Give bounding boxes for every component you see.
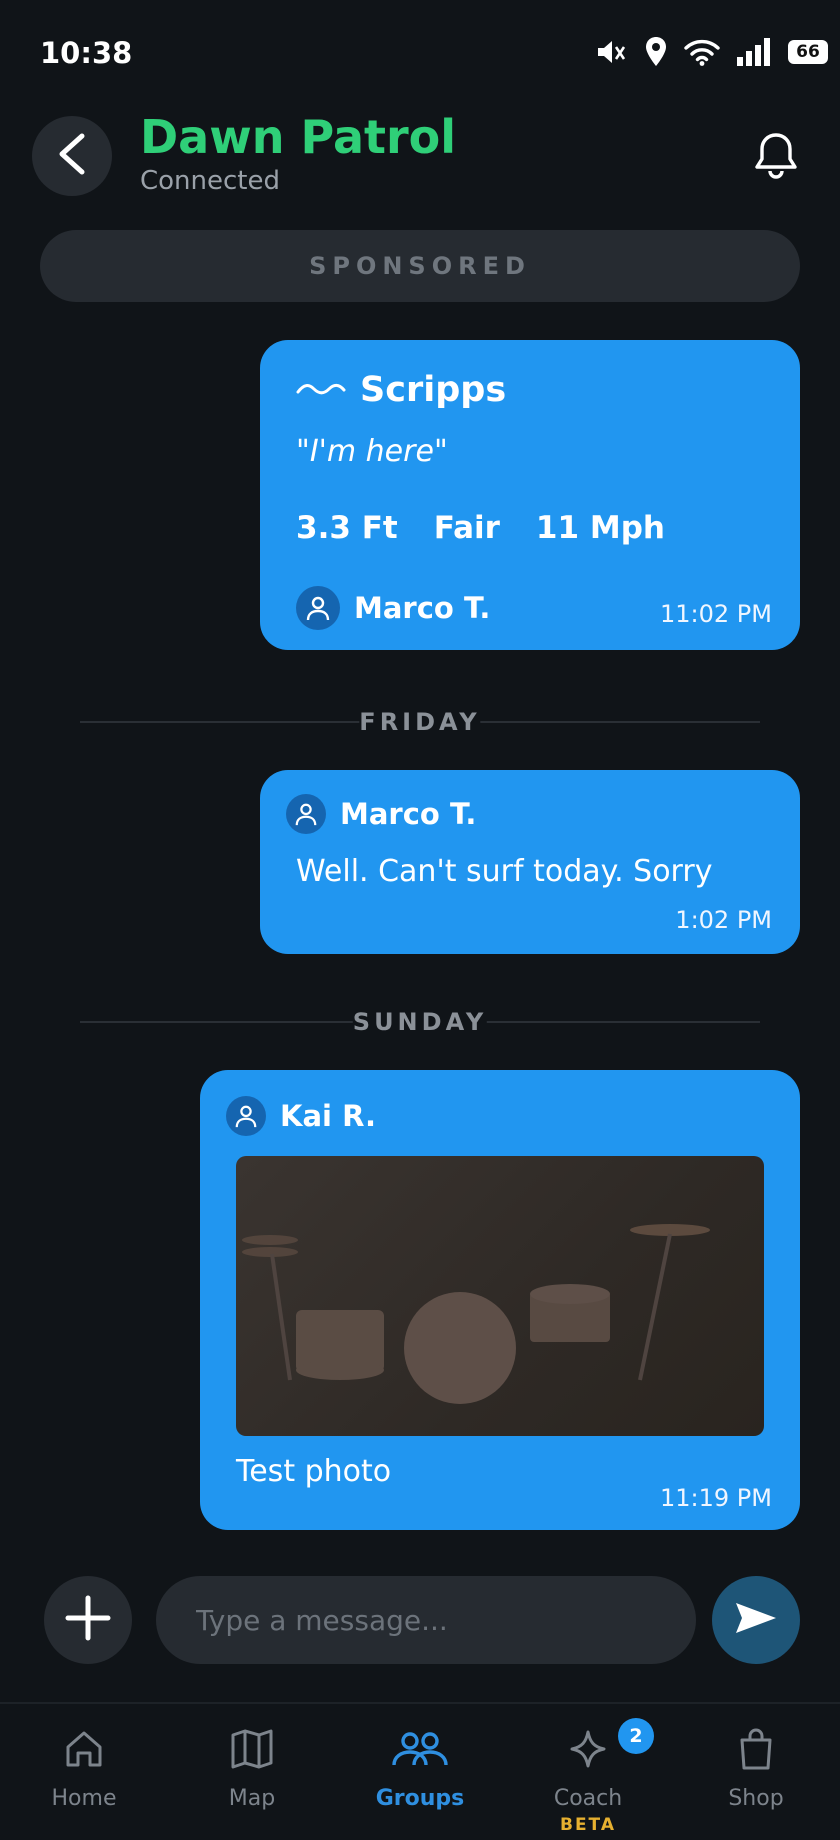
chat-header: Dawn Patrol Connected (0, 104, 840, 204)
battery-indicator: 66 (788, 40, 828, 64)
send-icon (734, 1601, 778, 1639)
nav-label: Map (228, 1786, 276, 1811)
location-icon (644, 36, 668, 68)
sender-name: Kai R. (280, 1099, 376, 1133)
message-time: 11:02 PM (660, 600, 772, 628)
bottom-navigation: Home Map Groups 2 Coach BETA Shop (0, 1702, 840, 1840)
nav-coach[interactable]: 2 Coach BETA (504, 1704, 672, 1840)
message-photo[interactable] (236, 1156, 764, 1436)
message-time: 11:19 PM (660, 1484, 772, 1512)
message-text: Well. Can't surf today. Sorry (296, 854, 713, 889)
message-header: Kai R. (226, 1096, 376, 1136)
status-icons: 66 (596, 34, 828, 70)
message-bubble[interactable]: Marco T. Well. Can't surf today. Sorry 1… (260, 770, 800, 954)
message-time: 1:02 PM (675, 906, 772, 934)
nav-map[interactable]: Map (168, 1704, 336, 1840)
sender-name: Marco T. (354, 591, 491, 625)
surf-stats: 3.3 Ft Fair 11 Mph (296, 510, 665, 546)
send-button[interactable] (712, 1576, 800, 1664)
map-icon (231, 1726, 273, 1772)
message-input[interactable] (156, 1576, 696, 1664)
beta-tag: BETA (559, 1815, 616, 1835)
quote-text: I'm here (309, 434, 434, 469)
status-bar: 10:38 66 (0, 0, 840, 104)
surf-condition: Fair (433, 510, 500, 546)
notifications-button[interactable] (750, 132, 802, 184)
nav-home[interactable]: Home (0, 1704, 168, 1840)
notification-badge: 2 (618, 1718, 654, 1754)
sparkle-icon: 2 (568, 1718, 654, 1772)
wave-height: 3.3 Ft (296, 510, 398, 546)
groups-icon (392, 1726, 448, 1772)
bell-icon (753, 131, 799, 185)
plus-icon (64, 1594, 112, 1646)
wave-icon (296, 378, 346, 402)
nav-shop[interactable]: Shop (672, 1704, 840, 1840)
surf-report-card[interactable]: Scripps "I'm here" 3.3 Ft Fair 11 Mph Ma… (260, 340, 800, 650)
avatar (296, 586, 340, 630)
date-label: SUNDAY (352, 1002, 488, 1042)
wind-speed: 11 Mph (535, 510, 665, 546)
nav-label: Coach (553, 1786, 623, 1811)
date-label: FRIDAY (359, 702, 481, 742)
user-icon (306, 596, 330, 621)
surf-card-header: Scripps (296, 370, 506, 410)
avatar (286, 794, 326, 834)
date-separator: FRIDAY (80, 702, 760, 742)
drum-kit-image (242, 1224, 710, 1404)
wifi-icon (684, 38, 720, 66)
surf-quote: "I'm here" (296, 434, 448, 469)
surf-card-author: Marco T. (296, 586, 490, 630)
signal-icon (736, 37, 772, 67)
surf-spot-name: Scripps (360, 370, 507, 410)
connection-status: Connected (140, 166, 281, 196)
shopping-bag-icon (737, 1726, 775, 1772)
attach-button[interactable] (44, 1576, 132, 1664)
message-bubble[interactable]: Kai R. Test photo 11:19 PM (200, 1070, 800, 1530)
avatar (226, 1096, 266, 1136)
date-separator: SUNDAY (80, 1002, 760, 1042)
message-header: Marco T. (286, 794, 476, 834)
sponsored-banner[interactable]: SPONSORED (40, 230, 800, 302)
status-time: 10:38 (40, 36, 133, 70)
nav-groups[interactable]: Groups (336, 1704, 504, 1840)
back-button[interactable] (32, 116, 112, 196)
sender-name: Marco T. (340, 797, 477, 831)
user-icon (295, 803, 317, 826)
nav-label: Home (51, 1786, 117, 1811)
group-title: Dawn Patrol (140, 110, 457, 164)
muted-speaker-icon (596, 38, 628, 66)
nav-label: Shop (728, 1786, 784, 1811)
chevron-left-icon (54, 132, 90, 180)
quote-open: " (296, 434, 310, 469)
quote-close: " (433, 434, 448, 469)
nav-label: Groups (375, 1786, 465, 1811)
message-text: Test photo (236, 1454, 392, 1489)
user-icon (235, 1105, 257, 1128)
home-icon (64, 1726, 104, 1772)
